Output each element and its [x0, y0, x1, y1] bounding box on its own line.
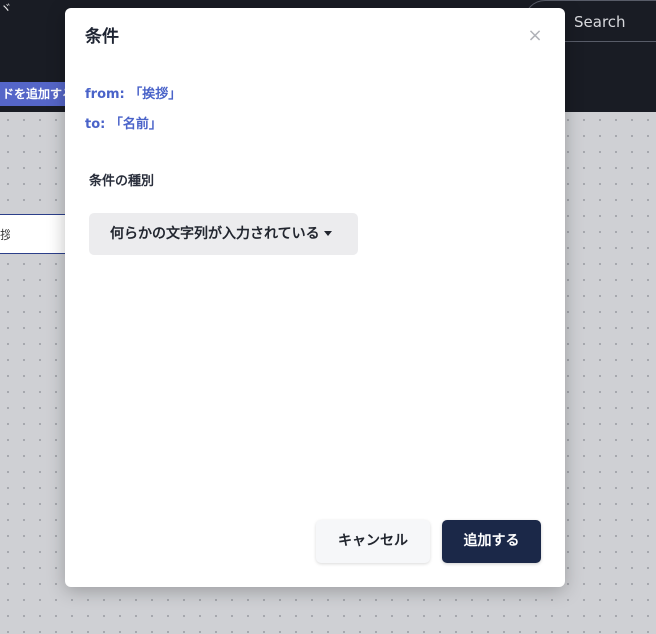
condition-modal: 条件 × from: 「挨拶」 to: 「名前」 条件の種別 何らかの文字列が入… — [65, 8, 565, 587]
canvas-node-label: 拶 — [0, 228, 10, 242]
add-button[interactable]: 追加する — [442, 520, 541, 563]
cancel-button[interactable]: キャンセル — [316, 520, 430, 563]
close-icon[interactable]: × — [527, 26, 543, 46]
add-node-button[interactable]: ドを追加する — [0, 82, 72, 106]
canvas-node[interactable]: 拶 — [0, 214, 68, 254]
modal-title: 条件 — [85, 27, 119, 47]
header-logo-fragment: ヾ — [0, 1, 13, 15]
condition-type-label: 条件の種別 — [89, 174, 155, 189]
edge-from-text: from: 「挨拶」 — [85, 87, 182, 102]
condition-type-dropdown[interactable]: 何らかの文字列が入力されている — [89, 213, 358, 255]
search-placeholder: Search — [574, 13, 626, 31]
edge-to-text: to: 「名前」 — [85, 117, 162, 132]
caret-down-icon — [323, 230, 332, 236]
condition-type-selected: 何らかの文字列が入力されている — [110, 226, 320, 242]
